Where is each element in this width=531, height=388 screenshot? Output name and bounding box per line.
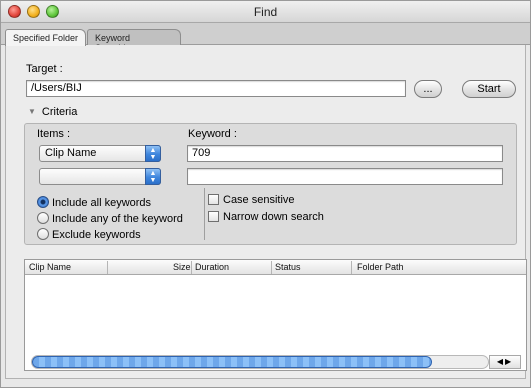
criteria-label: Criteria <box>41 106 78 118</box>
triangle-down-icon: ▼ <box>28 107 36 116</box>
radio-exclude[interactable]: Exclude keywords <box>37 228 141 241</box>
items-label: Items : <box>37 128 71 140</box>
column-divider[interactable] <box>271 261 272 274</box>
column-header-size[interactable]: Size <box>173 262 191 272</box>
column-divider[interactable] <box>351 261 352 274</box>
checkbox-icon <box>208 194 219 205</box>
checkbox-case-sensitive[interactable]: Case sensitive <box>208 194 295 206</box>
window-title: Find <box>253 5 278 19</box>
options-divider <box>204 188 205 240</box>
horizontal-scrollbar[interactable]: ◀▶ <box>31 355 521 369</box>
column-divider[interactable] <box>191 261 192 274</box>
column-header-clip-name[interactable]: Clip Name <box>29 262 71 272</box>
radio-unselected-icon <box>37 228 49 240</box>
scroll-arrows[interactable]: ◀▶ <box>489 355 521 369</box>
checkbox-narrow-down[interactable]: Narrow down search <box>208 211 324 223</box>
target-path-field[interactable]: /Users/BIJ <box>26 80 406 97</box>
checkbox-case-sensitive-label: Case sensitive <box>223 194 295 206</box>
criteria-toggle[interactable]: ▼ Criteria <box>28 106 77 118</box>
find-window: Find Specified Folder Keyword Searching … <box>0 0 531 388</box>
radio-include-any-label: Include any of the keyword <box>52 213 183 225</box>
column-divider[interactable] <box>107 261 108 274</box>
item-select-1-value: Clip Name <box>45 147 97 159</box>
checkbox-narrow-down-label: Narrow down search <box>223 211 324 223</box>
updown-arrows-icon: ▲ ▼ <box>145 168 161 185</box>
tab-specified-folder[interactable]: Specified Folder <box>5 29 87 46</box>
tab-bar: Specified Folder Keyword Searching <box>1 23 530 53</box>
title-bar: Find <box>1 1 530 23</box>
keyword-field-2[interactable] <box>187 168 503 185</box>
updown-arrows-icon: ▲ ▼ <box>145 145 161 162</box>
results-list-body[interactable] <box>25 276 526 354</box>
radio-include-all[interactable]: Include all keywords <box>37 196 151 209</box>
item-select-2[interactable]: ▲ ▼ <box>39 168 161 185</box>
results-table-header: Clip Name Size Duration Status Folder Pa… <box>25 260 526 275</box>
radio-selected-icon <box>37 196 49 208</box>
tab-content: Target : /Users/BIJ ... Start ▼ Criteria … <box>5 45 527 379</box>
scroll-left-arrow-icon[interactable]: ◀ <box>497 357 505 366</box>
radio-exclude-label: Exclude keywords <box>52 229 141 241</box>
radio-unselected-icon <box>37 212 49 224</box>
column-header-status[interactable]: Status <box>275 262 301 272</box>
results-table[interactable]: Clip Name Size Duration Status Folder Pa… <box>24 259 527 371</box>
column-header-duration[interactable]: Duration <box>195 262 229 272</box>
criteria-group: Items : Keyword : Clip Name ▲ ▼ 709 ▲ ▼ In… <box>24 123 517 245</box>
scrollbar-thumb[interactable] <box>32 356 432 368</box>
checkbox-icon <box>208 211 219 222</box>
keyword-field-1[interactable]: 709 <box>187 145 503 162</box>
column-header-folder-path[interactable]: Folder Path <box>357 262 404 272</box>
start-button[interactable]: Start <box>462 80 516 98</box>
target-label: Target : <box>26 63 63 75</box>
scrollbar-track[interactable] <box>31 355 489 369</box>
tab-keyword-searching[interactable]: Keyword Searching <box>87 29 181 53</box>
browse-button[interactable]: ... <box>414 80 442 98</box>
radio-include-all-label: Include all keywords <box>52 197 152 209</box>
keyword-label: Keyword : <box>188 128 237 140</box>
radio-include-any[interactable]: Include any of the keyword <box>37 212 183 225</box>
scroll-right-arrow-icon[interactable]: ▶ <box>505 357 513 366</box>
item-select-1[interactable]: Clip Name ▲ ▼ <box>39 145 161 162</box>
